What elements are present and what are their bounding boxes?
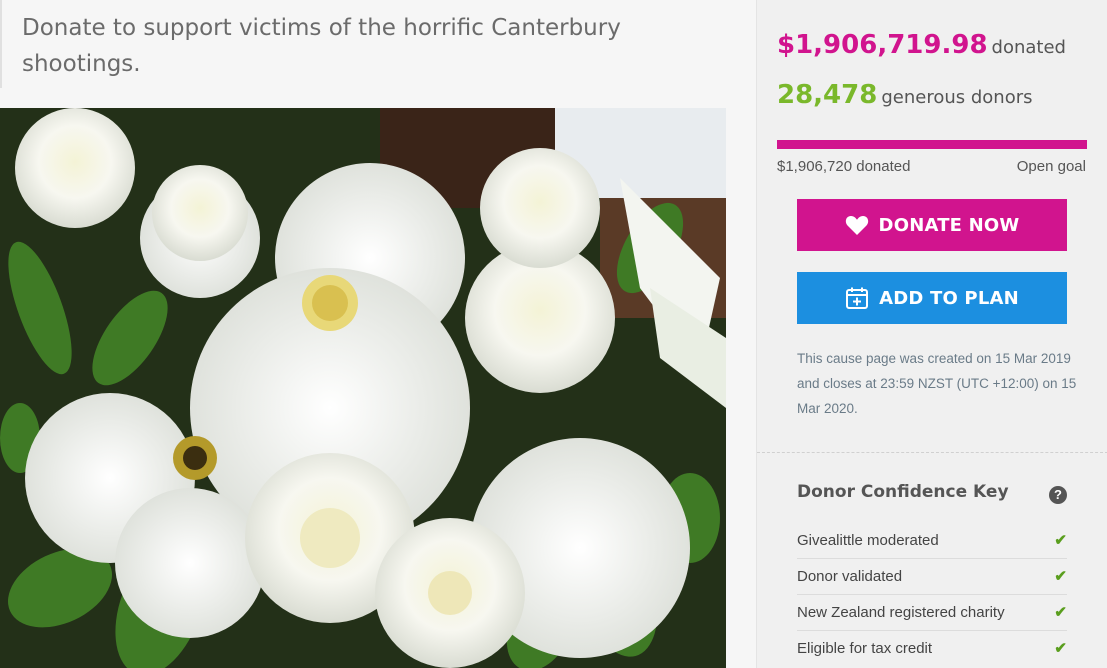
headline-block: Donate to support victims of the horrifi…: [0, 0, 740, 88]
confidence-item-donor-validated: Donor validated ✔: [797, 559, 1067, 595]
confidence-item-registered-charity: New Zealand registered charity ✔: [797, 595, 1067, 631]
amount-suffix: donated: [991, 37, 1066, 58]
progress-goal-label: Open goal: [1016, 158, 1086, 175]
amount-value: $1,906,719.98: [777, 30, 988, 60]
check-icon: ✔: [1054, 640, 1067, 657]
add-to-plan-button[interactable]: ADD TO PLAN: [797, 272, 1067, 324]
check-icon: ✔: [1054, 568, 1067, 585]
confidence-item-moderated: Givealittle moderated ✔: [797, 523, 1067, 559]
left-column: Donate to support victims of the horrifi…: [0, 0, 756, 668]
confidence-item-tax-credit: Eligible for tax credit ✔: [797, 631, 1067, 667]
donor-count: 28,478 generous donors: [777, 80, 1033, 110]
cause-photo: [0, 108, 726, 668]
progress-fill: [777, 140, 1087, 149]
donate-now-button[interactable]: DONATE NOW: [797, 199, 1067, 251]
help-icon[interactable]: ?: [1049, 486, 1067, 504]
confidence-item-label: Givealittle moderated: [797, 532, 939, 549]
donor-confidence-title: Donor Confidence Key: [797, 482, 1009, 502]
amount-donated: $1,906,719.98 donated: [777, 30, 1066, 60]
donor-count-value: 28,478: [777, 80, 878, 110]
cause-dates-info: This cause page was created on 15 Mar 20…: [797, 351, 1077, 416]
donor-confidence-list: Givealittle moderated ✔ Donor validated …: [797, 523, 1067, 667]
confidence-item-label: Eligible for tax credit: [797, 640, 933, 657]
progress-bar: [777, 140, 1087, 149]
check-icon: ✔: [1054, 532, 1067, 549]
page-title: Donate to support victims of the horrifi…: [22, 15, 621, 77]
donor-count-suffix: generous donors: [881, 87, 1033, 108]
section-divider: [757, 452, 1107, 453]
donation-panel: $1,906,719.98 donated 28,478 generous dono…: [756, 0, 1107, 668]
add-to-plan-label: ADD TO PLAN: [879, 287, 1019, 309]
confidence-item-label: New Zealand registered charity: [797, 604, 1005, 621]
check-icon: ✔: [1054, 604, 1067, 621]
donate-now-label: DONATE NOW: [878, 214, 1020, 236]
white-flowers-photo: [0, 108, 726, 668]
confidence-item-label: Donor validated: [797, 568, 903, 585]
progress-donated-label: $1,906,720 donated: [777, 158, 911, 175]
calendar-plus-icon: [846, 287, 869, 309]
heart-icon: [845, 216, 868, 235]
